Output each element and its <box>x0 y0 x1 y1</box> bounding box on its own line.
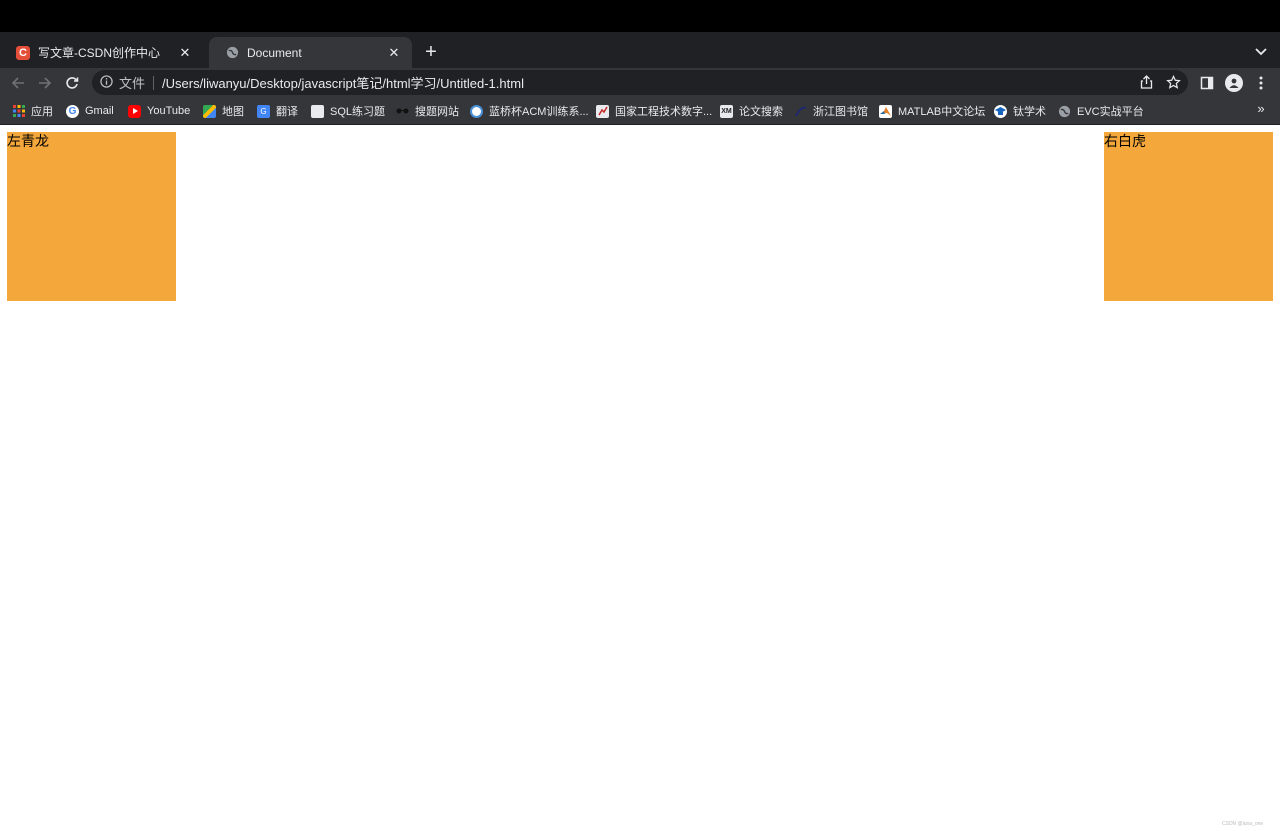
youtube-icon <box>128 104 141 118</box>
csdn-logo-icon: C <box>16 45 30 60</box>
url-text[interactable]: /Users/liwanyu/Desktop/javascript笔记/html… <box>162 73 524 92</box>
address-bar[interactable]: 文件 /Users/liwanyu/Desktop/javascript笔记/h… <box>92 70 1188 95</box>
bookmark-label: YouTube <box>147 105 191 117</box>
close-icon[interactable]: ✕ <box>386 45 402 61</box>
share-icon[interactable] <box>1137 73 1155 91</box>
bookmarks-bar: 应用 G Gmail YouTube 地图 G 翻译 SQL练习题 搜题网站 蓝… <box>0 97 1280 125</box>
tab-strip: C 写文章-CSDN创作中心 ✕ Document ✕ <box>0 32 1280 68</box>
bookmark-taixueshu[interactable]: 钛学术 <box>994 103 1046 119</box>
tab-search-chevron-icon[interactable] <box>1252 42 1270 62</box>
page-icon <box>311 104 324 118</box>
bookmark-translate[interactable]: G 翻译 <box>257 103 298 119</box>
bookmark-gmail[interactable]: G Gmail <box>66 103 114 119</box>
tab-document[interactable]: Document ✕ <box>209 37 412 68</box>
bookmark-label: MATLAB中文论坛 <box>898 106 986 118</box>
forward-arrow-icon[interactable] <box>34 72 56 94</box>
maps-icon <box>203 104 216 118</box>
bookmarks-overflow-icon[interactable]: » <box>1254 101 1268 116</box>
bookmark-search-questions[interactable]: 搜题网站 <box>396 103 459 119</box>
side-panel-icon[interactable] <box>1196 72 1218 94</box>
bookmark-matlab[interactable]: MATLAB中文论坛 <box>879 103 985 119</box>
bookmark-label: 钛学术 <box>1013 106 1046 118</box>
bookmark-label: 搜题网站 <box>415 106 459 118</box>
library-logo-icon <box>794 105 807 118</box>
left-box: 左青龙 <box>7 132 176 301</box>
bookmark-lanqiao[interactable]: 蓝桥杯ACM训练系... <box>470 103 589 119</box>
google-g-icon: G <box>66 104 79 118</box>
toolbar: 文件 /Users/liwanyu/Desktop/javascript笔记/h… <box>0 68 1280 97</box>
bookmark-label: 论文搜索 <box>739 106 783 118</box>
right-box: 右白虎 <box>1104 132 1273 301</box>
new-tab-button[interactable]: + <box>421 42 441 62</box>
menu-bar <box>0 0 1280 32</box>
bookmark-label: 浙江图书馆 <box>813 106 868 118</box>
glasses-icon <box>396 105 409 118</box>
close-icon[interactable]: ✕ <box>177 45 193 61</box>
menu-kebab-icon[interactable] <box>1250 72 1272 94</box>
bookmark-label: 蓝桥杯ACM训练系... <box>489 106 589 118</box>
divider <box>153 75 155 90</box>
bookmark-label: EVC实战平台 <box>1077 106 1144 118</box>
circle-logo-icon <box>470 104 483 118</box>
browser-window: C 写文章-CSDN创作中心 ✕ Document ✕ + 文件 /Users/… <box>0 0 1280 831</box>
bookmark-evc[interactable]: EVC实战平台 <box>1058 103 1144 119</box>
matlab-icon <box>879 104 892 118</box>
bookmark-sql[interactable]: SQL练习题 <box>311 103 385 119</box>
apps-grid-icon <box>12 105 25 118</box>
reload-icon[interactable] <box>61 72 83 94</box>
xm-logo-icon: XM <box>720 104 733 118</box>
bookmark-label: SQL练习题 <box>330 106 386 118</box>
bookmark-apps[interactable]: 应用 <box>12 103 53 119</box>
bookmark-youtube[interactable]: YouTube <box>128 103 190 119</box>
back-arrow-icon[interactable] <box>7 72 29 94</box>
bookmark-label: 国家工程技术数字... <box>615 106 713 118</box>
globe-icon <box>1058 105 1071 118</box>
bookmark-label: 地图 <box>222 106 244 118</box>
file-scheme-label: 文件 <box>119 76 146 91</box>
globe-icon <box>225 46 239 60</box>
bookmark-star-icon[interactable] <box>1164 73 1182 91</box>
chart-logo-icon <box>596 104 609 118</box>
watermark: CSDN @luna_one <box>1222 821 1264 827</box>
bookmark-paper-search[interactable]: XM 论文搜索 <box>720 103 783 119</box>
bookmark-label: 应用 <box>31 106 53 118</box>
bookmark-label: 翻译 <box>276 106 298 118</box>
bookmark-national-engineering[interactable]: 国家工程技术数字... <box>596 103 712 119</box>
right-box-text: 右白虎 <box>1104 134 1146 150</box>
tab-title: 写文章-CSDN创作中心 <box>38 46 160 60</box>
bookmark-maps[interactable]: 地图 <box>203 103 244 119</box>
tab-title: Document <box>247 45 302 60</box>
profile-avatar-icon[interactable] <box>1223 72 1245 94</box>
tab-csdn[interactable]: C 写文章-CSDN创作中心 ✕ <box>0 37 203 68</box>
info-icon[interactable] <box>100 74 113 91</box>
bookmark-label: Gmail <box>85 105 114 117</box>
graduation-cap-icon <box>994 104 1007 118</box>
left-box-text: 左青龙 <box>7 134 49 150</box>
translate-icon: G <box>257 104 270 118</box>
bookmark-zhejiang-library[interactable]: 浙江图书馆 <box>794 103 868 119</box>
